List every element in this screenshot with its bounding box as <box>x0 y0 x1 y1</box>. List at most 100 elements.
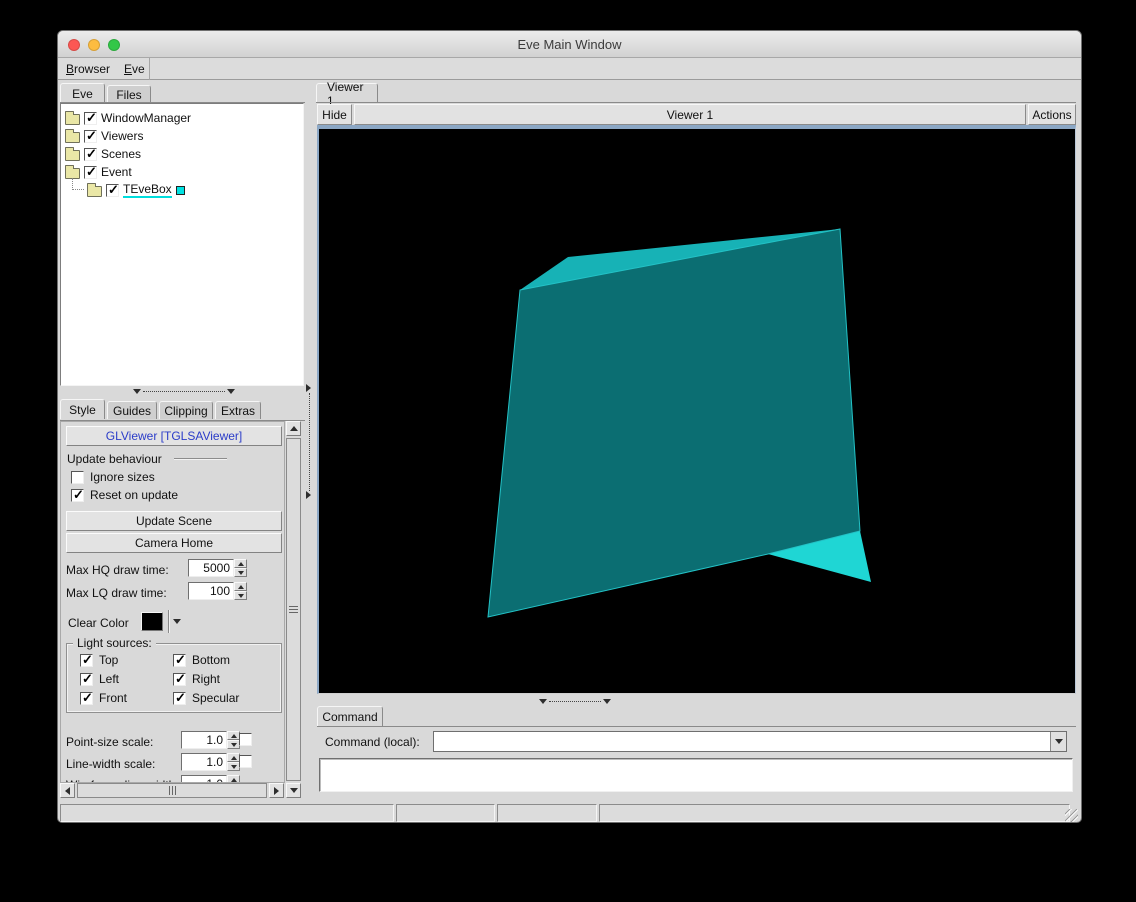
splitter-arrow-icon[interactable] <box>306 384 311 392</box>
point-size-checkbox[interactable] <box>239 733 252 746</box>
ignore-sizes-checkbox[interactable] <box>71 470 84 484</box>
wireframe-value[interactable]: 1.0 <box>181 775 227 782</box>
close-button[interactable] <box>68 38 80 51</box>
zoom-button[interactable] <box>108 38 120 51</box>
line-width-value[interactable]: 1.0 <box>181 753 227 771</box>
combo-dropdown-button[interactable] <box>1050 732 1066 751</box>
tevebox-color-swatch[interactable] <box>175 185 185 195</box>
spin-down-button[interactable] <box>234 591 247 600</box>
tree-checkbox[interactable] <box>84 164 97 180</box>
tree-checkbox[interactable] <box>84 128 97 144</box>
command-output-area[interactable] <box>319 758 1073 792</box>
splitter-dots <box>549 700 601 702</box>
menu-browser[interactable]: Browser <box>66 62 110 76</box>
camera-home-button[interactable]: Camera Home <box>66 533 282 553</box>
spin-down-button[interactable] <box>234 568 247 577</box>
editor-vertical-scrollbar[interactable] <box>286 421 301 798</box>
point-size-spinner: 1.0 <box>181 731 240 749</box>
collapse-arrow-icon <box>133 388 141 394</box>
light-right-checkbox[interactable] <box>173 671 186 687</box>
reset-on-update-checkbox[interactable] <box>71 487 84 503</box>
menu-eve[interactable]: Eve <box>124 62 145 76</box>
reset-on-update-label: Reset on update <box>90 488 179 502</box>
tab-guides[interactable]: Guides <box>107 401 157 419</box>
panel-splitter-dots[interactable] <box>309 393 310 491</box>
folder-icon <box>65 146 80 161</box>
command-input[interactable] <box>434 732 1050 751</box>
tree-item-label[interactable]: TEveBox <box>123 182 172 198</box>
viewer-title: Viewer 1 <box>666 107 714 122</box>
command-tab-baseline <box>317 726 1076 727</box>
hide-button[interactable]: Hide <box>317 104 352 125</box>
eve-tree-panel: WindowManager Viewers Scenes Event TEveB… <box>60 103 304 386</box>
spin-up-button[interactable] <box>227 775 240 782</box>
eve-main-window: Eve Main Window Browser Eve Eve Files Wi… <box>57 30 1082 823</box>
tab-command[interactable]: Command <box>317 706 383 726</box>
light-top-row: Top <box>80 652 118 668</box>
scroll-right-button[interactable] <box>269 783 284 798</box>
light-specular-checkbox[interactable] <box>173 690 186 706</box>
light-top-checkbox[interactable] <box>80 652 93 668</box>
viewer-command-splitter[interactable] <box>539 697 611 705</box>
command-combobox[interactable] <box>433 731 1067 752</box>
scroll-down-button[interactable] <box>286 783 301 798</box>
editor-horizontal-scrollbar[interactable] <box>60 783 284 798</box>
max-hq-value[interactable]: 5000 <box>188 559 234 577</box>
tab-style[interactable]: Style <box>60 399 105 419</box>
tab-clipping[interactable]: Clipping <box>159 401 213 419</box>
max-lq-spinner: 100 <box>188 582 247 600</box>
open-folder-icon <box>65 164 80 179</box>
splitter-arrow-icon[interactable] <box>306 491 311 499</box>
tree-item-viewers[interactable]: Viewers <box>65 128 143 144</box>
tevebox-3d-shape <box>487 228 871 618</box>
tree-item-label[interactable]: Scenes <box>101 147 141 161</box>
tree-checkbox[interactable] <box>106 182 119 198</box>
status-cell-4 <box>599 804 1070 822</box>
tab-extras[interactable]: Extras <box>215 401 261 419</box>
separator-line <box>173 458 227 460</box>
scroll-up-button[interactable] <box>286 421 301 436</box>
tree-item-windowmanager[interactable]: WindowManager <box>65 110 191 126</box>
tree-item-scenes[interactable]: Scenes <box>65 146 141 162</box>
resize-grip[interactable] <box>1065 809 1078 822</box>
scrollbar-thumb[interactable] <box>77 783 267 798</box>
line-width-checkbox[interactable] <box>239 755 252 768</box>
tree-checkbox[interactable] <box>84 110 97 126</box>
light-front-checkbox[interactable] <box>80 690 93 706</box>
gl-viewer-editor-panel: GLViewer [TGLSAViewer] Update behaviour … <box>60 421 285 783</box>
tree-item-label[interactable]: WindowManager <box>101 111 191 125</box>
reset-on-update-row: Reset on update <box>71 487 179 503</box>
scrollbar-thumb[interactable] <box>286 438 301 781</box>
tab-viewer-1[interactable]: Viewer 1 <box>316 80 378 108</box>
actions-button[interactable]: Actions <box>1028 104 1076 125</box>
max-lq-value[interactable]: 100 <box>188 582 234 600</box>
tab-files[interactable]: Files <box>107 85 151 103</box>
spin-up-button[interactable] <box>234 582 247 591</box>
tree-item-tevebox[interactable]: TEveBox <box>87 182 185 198</box>
clear-color-swatch[interactable] <box>141 612 163 631</box>
update-scene-button[interactable]: Update Scene <box>66 511 282 531</box>
tree-editor-splitter[interactable] <box>133 387 235 395</box>
status-cell-2 <box>396 804 495 822</box>
gl-viewport[interactable] <box>317 125 1076 694</box>
line-width-spinner: 1.0 <box>181 753 240 771</box>
light-bottom-checkbox[interactable] <box>173 652 186 668</box>
light-left-row: Left <box>80 671 119 687</box>
light-sources-title: Light sources: <box>73 636 156 650</box>
folder-icon <box>65 128 80 143</box>
viewer-title-bar[interactable]: Viewer 1 <box>354 104 1026 125</box>
tree-item-label[interactable]: Viewers <box>101 129 143 143</box>
spin-up-button[interactable] <box>234 559 247 568</box>
window-title: Eve Main Window <box>517 36 622 52</box>
color-dropdown-icon[interactable] <box>173 619 181 624</box>
tab-eve[interactable]: Eve <box>60 83 105 103</box>
point-size-value[interactable]: 1.0 <box>181 731 227 749</box>
gl-viewer-button[interactable]: GLViewer [TGLSAViewer] <box>66 426 282 446</box>
point-size-label: Point-size scale: <box>66 735 154 749</box>
minimize-button[interactable] <box>88 38 100 51</box>
scroll-left-button[interactable] <box>60 783 75 798</box>
tree-checkbox[interactable] <box>84 146 97 162</box>
title-bar[interactable]: Eve Main Window <box>58 31 1081 58</box>
light-left-checkbox[interactable] <box>80 671 93 687</box>
tree-item-label[interactable]: Event <box>101 165 132 179</box>
